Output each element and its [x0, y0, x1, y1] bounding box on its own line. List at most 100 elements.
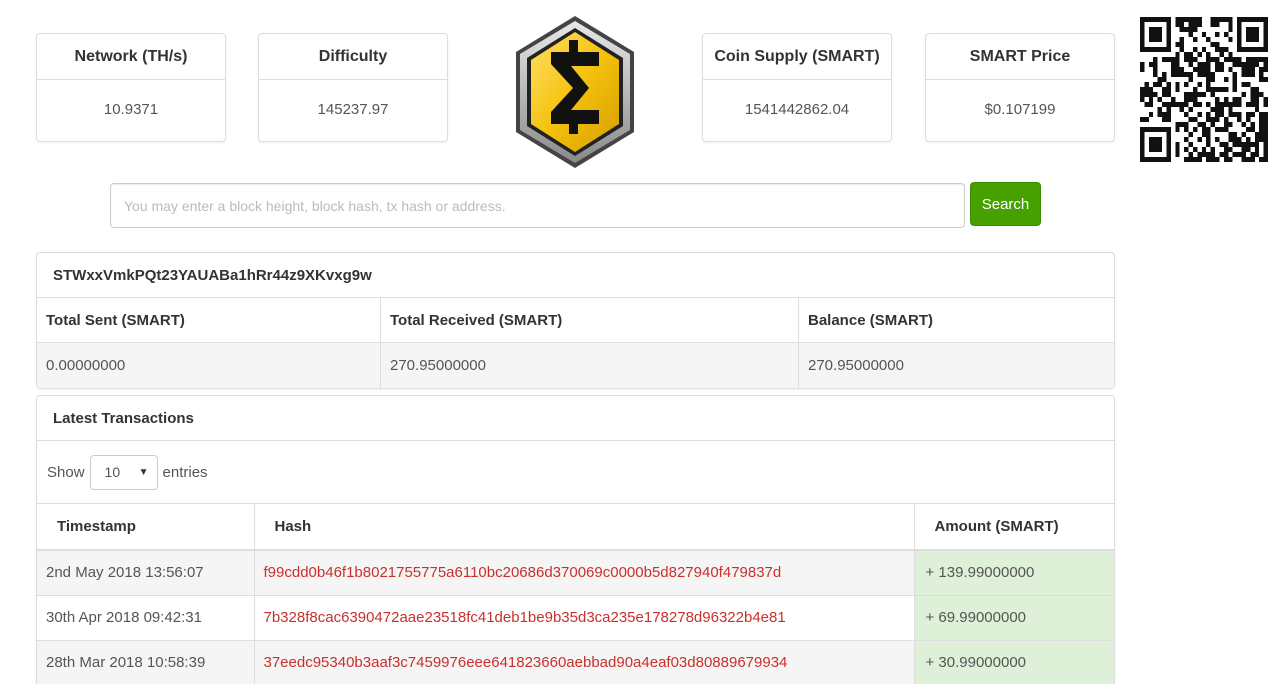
tx-hash-link[interactable]: f99cdd0b46f1b8021755775a6110bc20686d3700…	[254, 550, 915, 596]
qr-module	[1250, 142, 1255, 147]
qr-module	[1254, 57, 1260, 62]
amount-column-header[interactable]: Amount (SMART)	[914, 504, 1114, 551]
hash-column-header[interactable]: Hash	[254, 504, 915, 551]
qr-module	[1184, 147, 1189, 152]
qr-module	[1223, 32, 1229, 37]
qr-module	[1148, 137, 1154, 142]
qr-module	[1175, 72, 1180, 77]
balance-header: Balance (SMART)	[799, 298, 1114, 343]
qr-module	[1192, 22, 1198, 27]
qr-module	[1157, 147, 1163, 152]
qr-module	[1228, 67, 1233, 72]
qr-module	[1210, 147, 1216, 152]
qr-module	[1153, 142, 1158, 147]
show-label: Show	[47, 463, 85, 481]
qr-module	[1263, 152, 1268, 157]
qr-module	[1259, 92, 1264, 97]
qr-module	[1250, 102, 1255, 107]
qr-module	[1254, 17, 1260, 22]
qr-module	[1148, 62, 1154, 67]
qr-module	[1192, 117, 1198, 122]
qr-module	[1245, 137, 1251, 142]
qr-module	[1201, 152, 1207, 157]
qr-module	[1263, 127, 1268, 132]
qr-module	[1250, 97, 1255, 102]
total-sent-header: Total Sent (SMART)	[37, 298, 381, 343]
qr-module	[1259, 117, 1264, 122]
qr-module	[1245, 47, 1251, 52]
qr-code-icon	[1140, 17, 1268, 162]
qr-module	[1197, 112, 1202, 117]
qr-module	[1170, 102, 1176, 107]
qr-module	[1140, 17, 1145, 22]
qr-module	[1215, 127, 1220, 132]
qr-module	[1166, 117, 1171, 122]
qr-module	[1254, 107, 1260, 112]
qr-module	[1157, 142, 1163, 147]
qr-module	[1157, 17, 1163, 22]
qr-module	[1263, 47, 1268, 52]
qr-module	[1232, 137, 1238, 142]
qr-module	[1192, 27, 1198, 32]
qr-module	[1166, 137, 1171, 142]
qr-module	[1188, 142, 1193, 147]
qr-module	[1188, 77, 1193, 82]
qr-module	[1162, 57, 1167, 62]
qr-module	[1263, 142, 1268, 147]
qr-module	[1166, 57, 1171, 62]
qr-module	[1140, 67, 1145, 72]
qr-module	[1254, 87, 1260, 92]
qr-module	[1192, 17, 1198, 22]
tx-hash-link[interactable]: 37eedc95340b3aaf3c7459976eee641823660aeb…	[254, 640, 915, 684]
qr-module	[1263, 42, 1268, 47]
price-label: SMART Price	[926, 34, 1114, 80]
qr-module	[1259, 127, 1264, 132]
qr-module	[1223, 157, 1229, 162]
search-button[interactable]: Search	[970, 182, 1041, 226]
qr-module	[1166, 87, 1171, 92]
qr-module	[1259, 17, 1264, 22]
qr-module	[1157, 97, 1163, 102]
qr-module	[1219, 112, 1224, 117]
qr-module	[1259, 112, 1264, 117]
qr-module	[1250, 47, 1255, 52]
network-label: Network (TH/s)	[37, 34, 225, 80]
qr-module	[1259, 157, 1264, 162]
search-input[interactable]	[110, 183, 965, 228]
qr-module	[1197, 72, 1202, 77]
qr-module	[1184, 57, 1189, 62]
qr-module	[1192, 37, 1198, 42]
qr-module	[1232, 142, 1238, 147]
timestamp-column-header[interactable]: Timestamp	[37, 504, 255, 551]
table-row: 28th Mar 2018 10:58:39 37eedc95340b3aaf3…	[37, 640, 1114, 684]
qr-module	[1184, 102, 1189, 107]
qr-module	[1148, 112, 1154, 117]
qr-module	[1175, 67, 1180, 72]
qr-module	[1241, 47, 1246, 52]
qr-module	[1219, 142, 1224, 147]
qr-module	[1263, 137, 1268, 142]
entries-select[interactable]: 10 ▼	[89, 454, 158, 490]
qr-module	[1219, 87, 1224, 92]
qr-module	[1201, 132, 1207, 137]
qr-module	[1201, 72, 1207, 77]
qr-module	[1140, 62, 1145, 67]
qr-module	[1148, 147, 1154, 152]
qr-module	[1263, 67, 1268, 72]
qr-module	[1241, 92, 1246, 97]
qr-module	[1188, 52, 1193, 57]
qr-module	[1170, 97, 1176, 102]
qr-module	[1237, 47, 1242, 52]
qr-module	[1140, 152, 1145, 157]
qr-module	[1162, 157, 1167, 162]
qr-module	[1140, 157, 1145, 162]
qr-module	[1215, 32, 1220, 37]
qr-module	[1175, 62, 1180, 67]
qr-module	[1215, 102, 1220, 107]
qr-module	[1245, 57, 1251, 62]
qr-module	[1241, 62, 1246, 67]
qr-module	[1232, 57, 1238, 62]
qr-module	[1254, 27, 1260, 32]
tx-hash-link[interactable]: 7b328f8cac6390472aae23518fc41deb1be9b35d…	[254, 595, 915, 641]
smartcash-logo[interactable]	[513, 14, 637, 170]
